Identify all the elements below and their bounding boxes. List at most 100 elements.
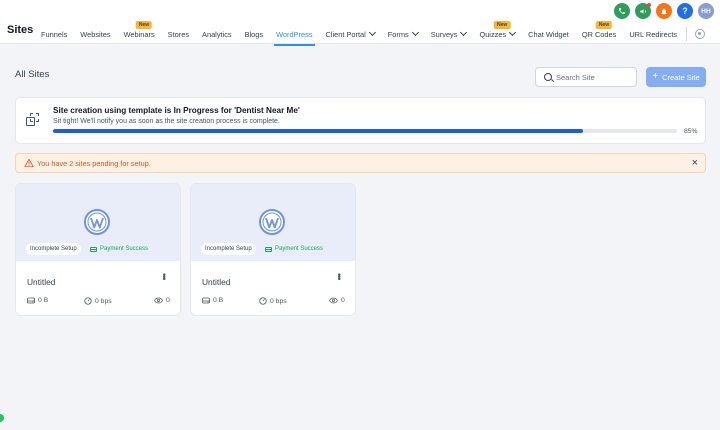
plus-icon: + (652, 71, 659, 82)
nav-blogs[interactable]: Blogs (245, 30, 264, 39)
bell-icon[interactable] (656, 3, 672, 19)
wordpress-logo-icon (259, 209, 285, 235)
nav-surveys[interactable]: Surveys (430, 28, 468, 39)
nav-label: Stores (167, 29, 190, 39)
nav-label: Surveys (430, 29, 458, 39)
gear-icon[interactable] (695, 28, 706, 39)
nav-forms[interactable]: Forms (387, 28, 419, 39)
create-site-label: Create Site (662, 72, 700, 82)
status-badge: Incomplete Setup (201, 243, 256, 255)
payment-label: Payment Success (275, 246, 324, 252)
stat-views: 0 (154, 297, 170, 304)
nav-label: Quizzes (479, 29, 507, 39)
megaphone-icon[interactable] (635, 3, 651, 19)
progress-percent: 85% (684, 128, 698, 135)
nav-quizzes[interactable]: Quizzes New (479, 20, 517, 39)
wordpress-logo-icon (84, 209, 110, 235)
nav-label: QR Codes (581, 29, 617, 39)
create-site-button[interactable]: + Create Site (646, 67, 706, 87)
bandwidth-value: 0 bps (95, 297, 112, 305)
search-icon (544, 73, 552, 81)
top-navigation-bar: Sites Funnels Websites Webinars New Stor… (0, 0, 720, 46)
search-input[interactable]: Search Site (535, 67, 637, 87)
warning-icon (24, 158, 34, 168)
bandwidth-value: 0 bps (270, 297, 287, 305)
nav-label: Analytics (202, 29, 232, 39)
progress-title: Site creation using template is In Progr… (53, 106, 300, 115)
nav-qr-codes[interactable]: QR Codes New (581, 20, 617, 39)
payment-label: Payment Success (100, 246, 149, 252)
nav-client-portal[interactable]: Client Portal (325, 28, 376, 39)
new-badge: New (135, 20, 153, 29)
stat-views: 0 (329, 297, 345, 304)
nav-url-redirects[interactable]: URL Redirects (629, 30, 677, 39)
nav-stores[interactable]: Stores (168, 30, 189, 39)
help-icon[interactable]: ? (677, 3, 693, 19)
nav-label: Blogs (244, 29, 264, 39)
new-badge: New (595, 20, 613, 29)
nav-websites[interactable]: Websites (80, 30, 110, 39)
page-title: All Sites (15, 69, 50, 80)
site-creation-progress-card: Site creation using template is In Progr… (15, 97, 706, 144)
more-options-icon[interactable]: ••• (159, 273, 169, 279)
close-icon[interactable]: × (692, 157, 698, 169)
copy-template-icon (26, 113, 40, 127)
nav-label: Client Portal (325, 29, 366, 39)
phone-icon[interactable] (614, 3, 630, 19)
notification-dot (647, 3, 651, 7)
site-card-preview: Incomplete Setup Payment Success (191, 184, 355, 261)
chevron-down-icon (368, 28, 376, 37)
speedometer-icon (84, 297, 92, 305)
more-options-icon[interactable]: ••• (334, 273, 344, 279)
stat-storage: 0 B (27, 297, 48, 304)
avatar-initials: HH (701, 7, 711, 15)
nav-wordpress[interactable]: WordPress (274, 29, 315, 46)
progress-subtitle: Sit tight! We'll notify you as soon as t… (53, 118, 280, 125)
storage-value: 0 B (213, 297, 224, 304)
speedometer-icon (259, 297, 267, 305)
help-glyph: ? (682, 6, 688, 16)
payment-badge: Payment Success (90, 243, 152, 255)
nav-webinars[interactable]: Webinars New (123, 20, 155, 39)
nav-label: Forms (387, 29, 409, 39)
nav-analytics[interactable]: Analytics (202, 30, 232, 39)
chevron-down-icon (460, 28, 468, 37)
eye-icon (329, 297, 338, 304)
alert-text: You have 2 sites pending for setup. (37, 159, 151, 168)
nav-label: URL Redirects (629, 29, 678, 39)
payment-badge: Payment Success (265, 243, 327, 255)
chevron-down-icon (411, 28, 419, 37)
nav-label: Webinars (123, 29, 155, 39)
status-indicator (0, 414, 4, 422)
main-nav: Funnels Websites Webinars New Stores Ana… (41, 20, 706, 46)
nav-label: Funnels (41, 29, 68, 39)
views-value: 0 (166, 297, 170, 304)
storage-icon (27, 297, 35, 304)
stat-bandwidth: 0 bps (84, 297, 112, 305)
nav-label: WordPress (276, 29, 313, 39)
progress-bar-fill (53, 129, 584, 133)
storage-icon (202, 297, 210, 304)
nav-label: Websites (80, 29, 111, 39)
credit-card-icon (265, 246, 272, 252)
stat-storage: 0 B (202, 297, 223, 304)
progress-bar (53, 129, 677, 133)
site-card[interactable]: Incomplete Setup Payment Success Untitle… (15, 183, 181, 316)
avatar[interactable]: HH (698, 3, 714, 19)
credit-card-icon (90, 246, 97, 252)
views-value: 0 (341, 297, 345, 304)
site-card[interactable]: Incomplete Setup Payment Success Untitle… (190, 183, 356, 316)
nav-chat-widget[interactable]: Chat Widget (528, 30, 569, 39)
nav-label: Chat Widget (528, 29, 569, 39)
header-actions: ? HH (609, 3, 714, 19)
nav-divider (686, 27, 688, 41)
app-brand: Sites (7, 24, 34, 36)
storage-value: 0 B (38, 297, 49, 304)
chevron-down-icon (509, 28, 517, 37)
new-badge: New (494, 20, 511, 29)
eye-icon (154, 297, 163, 304)
status-badge: Incomplete Setup (26, 243, 81, 255)
nav-funnels[interactable]: Funnels (41, 30, 67, 39)
stat-bandwidth: 0 bps (259, 297, 287, 305)
pending-setup-alert: You have 2 sites pending for setup. × (15, 153, 706, 173)
